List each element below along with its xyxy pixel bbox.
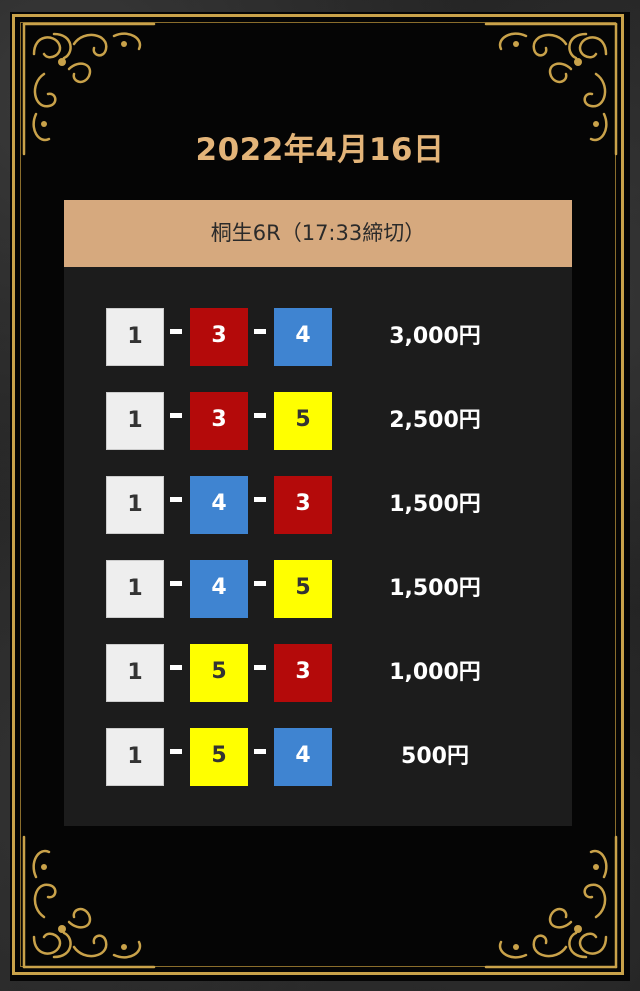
separator-dash xyxy=(254,749,266,754)
bet-row: 1 4 3 1,500円 xyxy=(106,476,546,534)
boat-number-first: 1 xyxy=(106,476,164,534)
boat-number-third: 5 xyxy=(274,392,332,450)
corner-ornament-bottom-left xyxy=(22,835,156,969)
boat-number-third: 4 xyxy=(274,728,332,786)
boat-number-first: 1 xyxy=(106,560,164,618)
bet-amount: 2,500円 xyxy=(389,408,481,433)
bet-amount: 1,500円 xyxy=(389,492,481,517)
separator-dash xyxy=(254,329,266,334)
boat-number-third: 5 xyxy=(274,560,332,618)
boat-number-second: 3 xyxy=(190,392,248,450)
bet-row: 1 3 5 2,500円 xyxy=(106,392,546,450)
boat-number-third: 3 xyxy=(274,476,332,534)
boat-number-first: 1 xyxy=(106,392,164,450)
date-title: 2022年4月16日 xyxy=(195,132,445,168)
boat-number-second: 4 xyxy=(190,560,248,618)
bet-row: 1 3 4 3,000円 xyxy=(106,308,546,366)
separator-dash xyxy=(254,581,266,586)
bet-amount: 3,000円 xyxy=(389,324,481,349)
race-panel: 桐生6R（17:33締切） 1 3 4 3,000円 1 3 5 2,500円 … xyxy=(64,200,572,826)
boat-number-second: 5 xyxy=(190,644,248,702)
bet-row: 1 4 5 1,500円 xyxy=(106,560,546,618)
bet-amount: 1,500円 xyxy=(389,576,481,601)
boat-number-third: 4 xyxy=(274,308,332,366)
corner-ornament-bottom-right xyxy=(484,835,618,969)
page-background: 2022年4月16日 桐生6R（17:33締切） 1 3 4 3,000円 1 … xyxy=(0,0,640,991)
bet-row: 1 5 4 500円 xyxy=(106,728,546,786)
separator-dash xyxy=(170,581,182,586)
separator-dash xyxy=(170,329,182,334)
race-header: 桐生6R（17:33締切） xyxy=(64,200,572,267)
boat-number-second: 4 xyxy=(190,476,248,534)
bet-row: 1 5 3 1,000円 xyxy=(106,644,546,702)
bet-amount: 1,000円 xyxy=(389,660,481,685)
boat-number-first: 1 xyxy=(106,728,164,786)
boat-number-second: 5 xyxy=(190,728,248,786)
boat-number-third: 3 xyxy=(274,644,332,702)
separator-dash xyxy=(254,413,266,418)
separator-dash xyxy=(170,749,182,754)
boat-number-second: 3 xyxy=(190,308,248,366)
separator-dash xyxy=(254,497,266,502)
bet-amount: 500円 xyxy=(401,744,469,769)
separator-dash xyxy=(170,413,182,418)
boat-number-first: 1 xyxy=(106,308,164,366)
separator-dash xyxy=(254,665,266,670)
boat-number-first: 1 xyxy=(106,644,164,702)
separator-dash xyxy=(170,497,182,502)
separator-dash xyxy=(170,665,182,670)
